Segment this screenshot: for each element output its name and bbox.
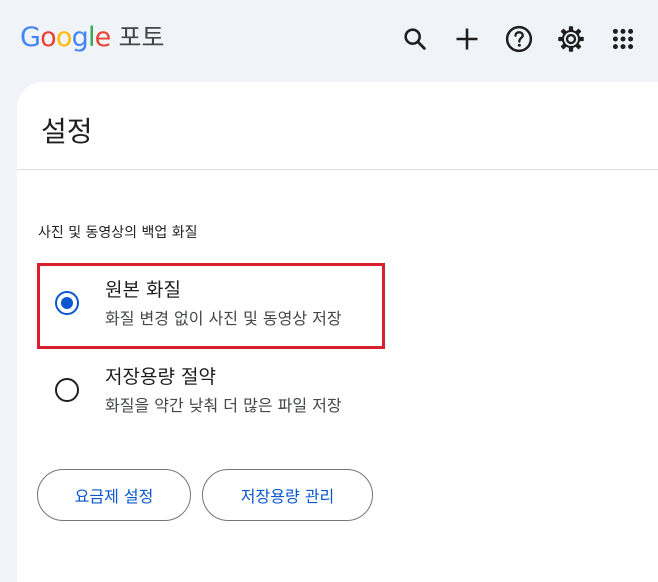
logo-letter: e [94,22,112,53]
manage-storage-button[interactable]: 저장용량 관리 [202,469,373,521]
top-app-bar: Google 포토 [0,0,658,78]
option-title: 저장용량 절약 [105,366,216,388]
storage-saver-option[interactable]: 저장용량 절약 화질을 약간 낮춰 더 많은 파일 저장 [39,350,387,434]
settings-card: 설정 사진 및 동영상의 백업 화질 원본 화질 화질 변경 없이 사진 및 동… [17,82,658,582]
storage-saver-radio[interactable] [55,378,79,402]
settings-gear-icon [558,26,584,52]
title-divider [17,169,658,170]
google-wordmark: Google [20,20,112,56]
google-photos-logo[interactable]: Google 포토 [20,20,164,56]
original-quality-option[interactable]: 원본 화질 화질 변경 없이 사진 및 동영상 저장 [39,263,387,347]
logo-letter: g [71,22,89,53]
search-button[interactable] [392,18,438,60]
search-icon [404,28,426,50]
option-description: 화질을 약간 낮춰 더 많은 파일 저장 [105,396,342,415]
backup-quality-section-label: 사진 및 동영상의 백업 화질 [38,225,198,241]
logo-letter: l [87,22,95,53]
add-button[interactable] [444,18,490,60]
help-button[interactable] [496,18,542,60]
option-description: 화질 변경 없이 사진 및 동영상 저장 [105,309,342,328]
option-title: 원본 화질 [105,279,181,301]
toolbar-actions [392,18,646,60]
product-name: 포토 [118,23,165,52]
plan-settings-button[interactable]: 요금제 설정 [37,469,191,521]
settings-button[interactable] [548,18,594,60]
help-icon [505,25,533,53]
logo-letter: o [55,22,73,53]
original-quality-radio[interactable] [55,291,79,315]
apps-button[interactable] [600,18,646,60]
plus-icon [456,28,478,50]
logo-letter: o [40,22,57,53]
apps-grid-icon [612,28,634,50]
page-title: 설정 [41,115,93,148]
logo-letter: G [20,22,41,53]
